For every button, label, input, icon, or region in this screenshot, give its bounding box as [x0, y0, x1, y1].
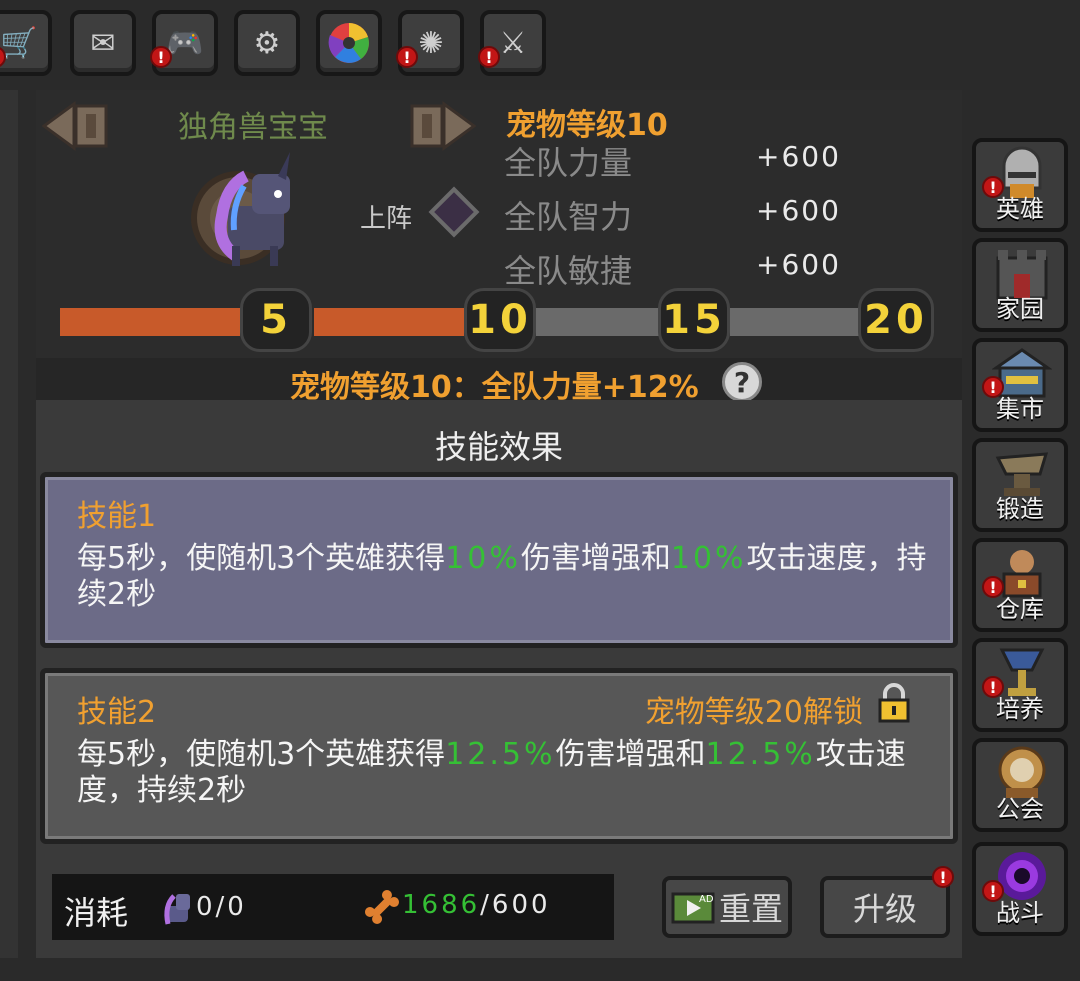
- upgrade-button[interactable]: 升级 !: [820, 866, 954, 938]
- mail-button[interactable]: ✉: [70, 10, 136, 76]
- skill-2-unlock-requirement: 宠物等级20解锁: [644, 695, 863, 730]
- stat-intellect-label: 全队智力: [504, 198, 633, 236]
- unicorn-pet-icon: [191, 152, 290, 266]
- alert-badge: !: [478, 46, 500, 68]
- skill-2-description: 每5秒，使随机3个英雄获得12.5%伤害增强和12.5%攻击速度，持续2秒: [77, 737, 906, 808]
- reset-label: 重置: [718, 890, 783, 928]
- shop-button[interactable]: 🛒 !: [0, 10, 52, 76]
- skill-effects-title: 技能效果: [434, 428, 563, 466]
- bone-amount: 1686/600: [402, 890, 551, 920]
- lock-icon: [878, 683, 910, 723]
- skill-1-card: 技能1 每5秒，使随机3个英雄获得10%伤害增强和10%攻击速度，持续2秒: [40, 472, 958, 648]
- battle-button[interactable]: ⚔ !: [478, 10, 546, 76]
- nav-guild[interactable]: 公会: [972, 738, 1068, 832]
- fireworks-icon: ✺: [418, 25, 444, 61]
- nav-guild-label: 公会: [996, 795, 1044, 823]
- pet-main-panel: 独角兽宝宝 上阵 宠物等级10 全队力量 +600 全队智力 +600 全队敏捷…: [36, 90, 962, 958]
- nav-warehouse-label: 仓库: [996, 595, 1044, 623]
- alert-badge: !: [150, 46, 172, 68]
- gear-icon: ⚙: [253, 25, 281, 61]
- cost-bar: 消耗 0/0 1686/600: [52, 874, 614, 940]
- nav-home-label: 家园: [996, 295, 1044, 323]
- deploy-label: 上阵: [360, 204, 413, 234]
- alert-badge: !: [396, 46, 418, 68]
- cost-label: 消耗: [64, 894, 129, 932]
- mail-icon: ✉: [90, 25, 116, 61]
- top-toolbar: 🛒 ! ✉ 🎮 ! ⚙ ✺ ! ⚔ !: [0, 0, 560, 82]
- video-ad-icon: AD: [671, 892, 715, 924]
- upgrade-label: 升级: [852, 890, 917, 928]
- milestone-15: 15: [658, 288, 730, 352]
- nav-market[interactable]: ! 集市: [972, 338, 1068, 432]
- stat-strength-label: 全队力量: [504, 144, 633, 182]
- left-panel-edge: [0, 90, 18, 958]
- skill-1-title: 技能1: [77, 499, 157, 534]
- reset-button[interactable]: AD 重置: [662, 876, 792, 938]
- progress-segment-4: [730, 308, 860, 336]
- milestone-5: 5: [240, 288, 312, 352]
- stat-intellect-value: +600: [756, 194, 841, 227]
- stat-agility-value: +600: [756, 248, 841, 281]
- bone-icon: [364, 889, 400, 925]
- milestone-20: 20: [858, 288, 934, 352]
- nav-home[interactable]: 家园: [972, 238, 1068, 332]
- nav-heroes-label: 英雄: [996, 195, 1044, 223]
- nav-cultivate-label: 培养: [996, 695, 1044, 723]
- skill-2-card: 技能2 宠物等级20解锁 每5秒，使随机3个英雄获得12.5%伤害增强和12.5…: [40, 668, 958, 844]
- pet-name: 独角兽宝宝: [178, 110, 328, 145]
- nav-warehouse[interactable]: ! 仓库: [972, 538, 1068, 632]
- nav-battle-label: 战斗: [996, 899, 1044, 927]
- help-icon[interactable]: ?: [722, 362, 762, 402]
- skill-1-description: 每5秒，使随机3个英雄获得10%伤害增强和10%攻击速度，持续2秒: [77, 541, 927, 612]
- color-wheel-icon: [328, 23, 369, 63]
- crossed-swords-icon: ⚔: [499, 25, 527, 61]
- nav-forge-label: 锻造: [996, 495, 1044, 523]
- progress-segment-3: [536, 308, 664, 336]
- gamepad-button[interactable]: 🎮 !: [150, 10, 218, 76]
- nav-market-label: 集市: [996, 395, 1044, 423]
- prev-pet-arrow-icon[interactable]: [42, 100, 110, 152]
- nav-heroes[interactable]: ! 英雄: [972, 138, 1068, 232]
- cost-pet-value: 0/0: [196, 892, 247, 922]
- progress-segment-2: [314, 308, 464, 336]
- unicorn-token-icon: [164, 894, 190, 925]
- progress-segment-1: [60, 308, 240, 336]
- nav-forge[interactable]: 锻造: [972, 438, 1068, 532]
- color-wheel-button[interactable]: [316, 10, 382, 76]
- alert-badge: !: [932, 866, 954, 888]
- next-pet-arrow-icon[interactable]: [408, 100, 476, 152]
- skill-2-title: 技能2: [77, 695, 157, 730]
- milestone-10: 10: [464, 288, 536, 352]
- stat-agility-label: 全队敏捷: [504, 252, 633, 290]
- stat-strength-value: +600: [756, 140, 841, 173]
- fireworks-button[interactable]: ✺ !: [396, 10, 464, 76]
- settings-button[interactable]: ⚙: [234, 10, 300, 76]
- deploy-toggle[interactable]: [428, 186, 480, 238]
- nav-battle[interactable]: ! 战斗: [972, 842, 1068, 936]
- nav-cultivate[interactable]: ! 培养: [972, 638, 1068, 732]
- pet-info-panel: 独角兽宝宝 上阵 宠物等级10 全队力量 +600 全队智力 +600 全队敏捷…: [36, 90, 962, 358]
- svg-text:AD: AD: [699, 894, 714, 905]
